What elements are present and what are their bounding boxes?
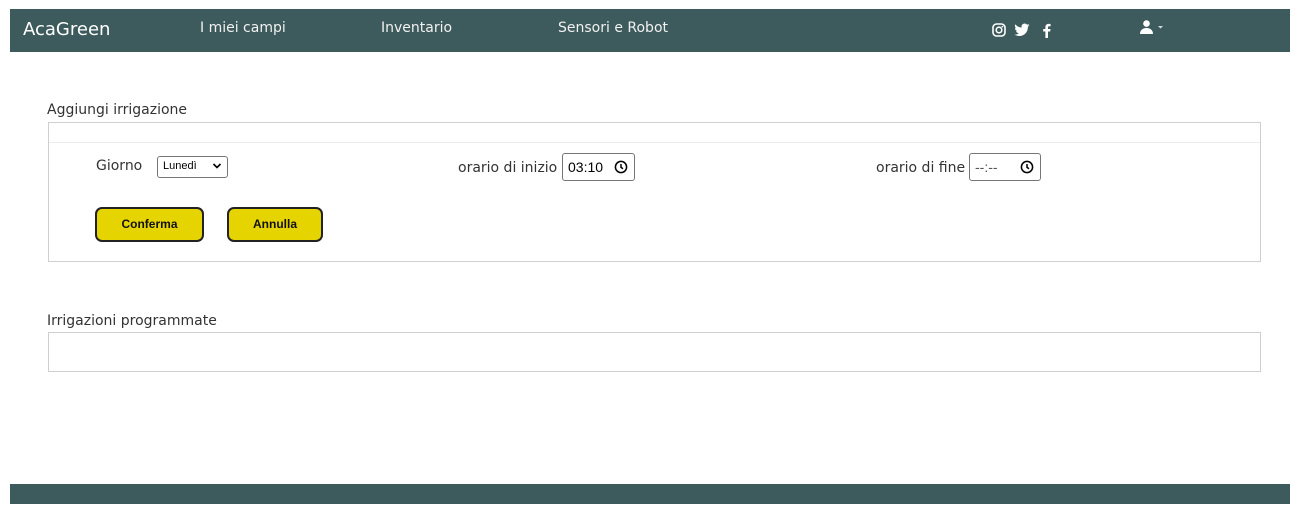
scheduled-irrigations-panel xyxy=(48,332,1261,372)
caret-down-icon xyxy=(1158,26,1163,29)
nav-link-my-fields[interactable]: I miei campi xyxy=(200,20,286,36)
start-time-value: 03:10 xyxy=(568,159,604,175)
clock-icon[interactable] xyxy=(1020,160,1034,174)
day-select[interactable]: Lunedì xyxy=(157,156,228,178)
day-label: Giorno xyxy=(96,158,143,174)
facebook-icon[interactable] xyxy=(1042,20,1051,40)
confirm-button[interactable]: Conferma xyxy=(95,207,204,242)
cancel-button[interactable]: Annulla xyxy=(227,207,323,242)
end-time-label: orario di fine xyxy=(876,160,966,176)
twitter-icon[interactable] xyxy=(1014,20,1030,40)
start-time-input[interactable]: 03:10 xyxy=(562,153,635,181)
nav-link-sensors-robots[interactable]: Sensori e Robot xyxy=(558,20,668,36)
chevron-down-icon xyxy=(212,163,222,169)
end-time-input[interactable]: --:-- xyxy=(969,153,1041,181)
user-menu[interactable] xyxy=(1140,20,1165,34)
end-time-value: --:-- xyxy=(975,159,998,175)
footer-bar xyxy=(10,484,1290,504)
user-icon xyxy=(1140,20,1153,34)
nav-link-inventory[interactable]: Inventario xyxy=(381,20,452,36)
add-irrigation-panel: Giorno Lunedì orario di inizio 03:10 ora… xyxy=(48,122,1261,262)
day-select-value: Lunedì xyxy=(163,160,197,172)
scheduled-irrigations-title: Irrigazioni programmate xyxy=(47,313,217,329)
panel-divider xyxy=(49,142,1260,143)
top-navbar: AcaGreen I miei campi Inventario Sensori… xyxy=(10,9,1290,52)
clock-icon[interactable] xyxy=(614,160,628,174)
add-irrigation-title: Aggiungi irrigazione xyxy=(47,102,188,118)
instagram-icon[interactable] xyxy=(992,20,1006,40)
brand-logo[interactable]: AcaGreen xyxy=(23,19,110,40)
start-time-label: orario di inizio xyxy=(458,160,558,176)
